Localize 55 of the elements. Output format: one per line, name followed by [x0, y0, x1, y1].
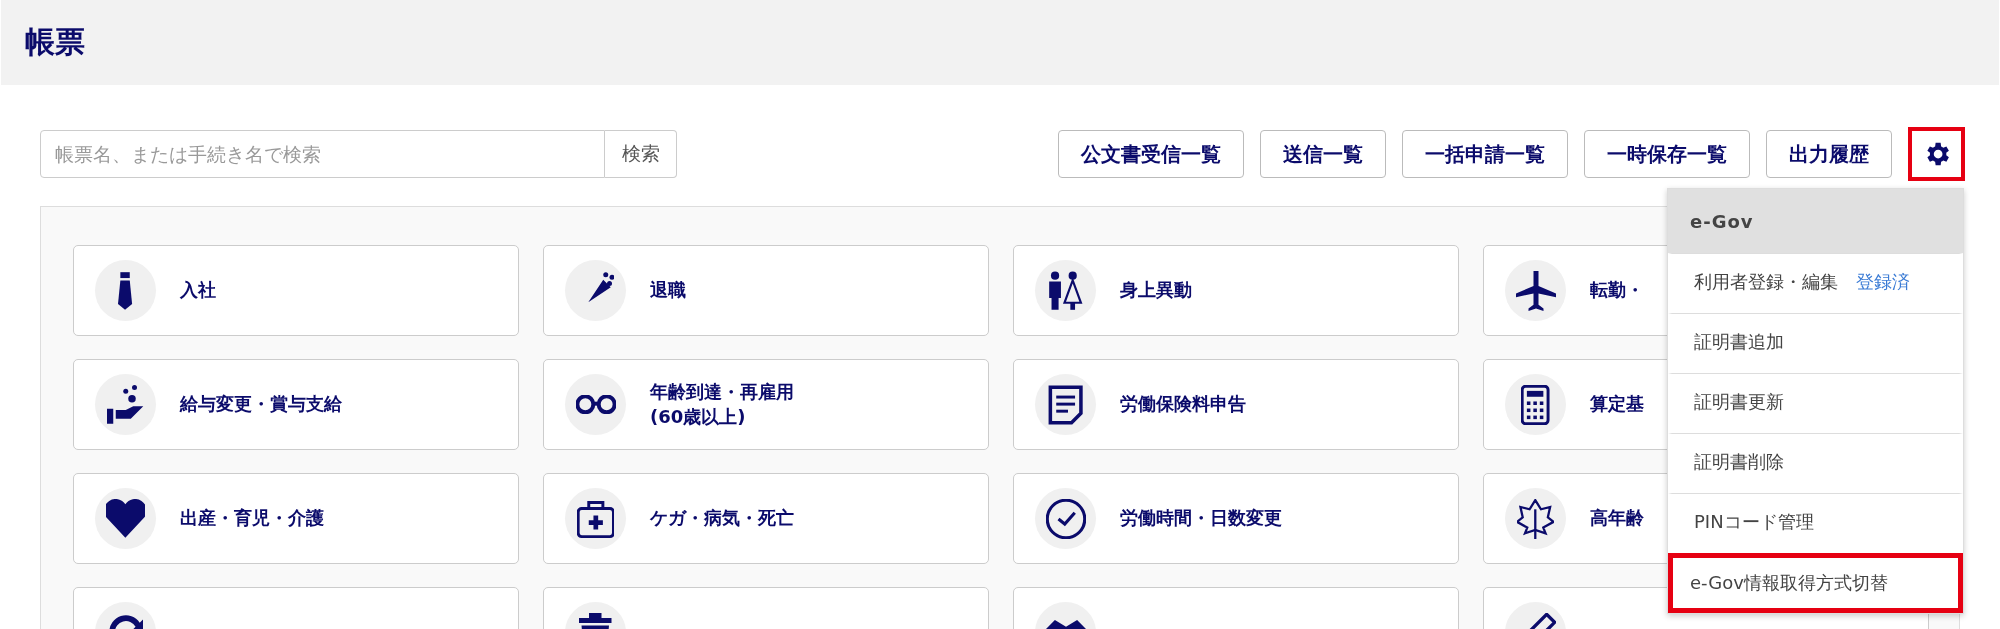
category-label: 給与変更・賞与支給	[180, 392, 342, 417]
category-label: 年齢到達・再雇用 (60歳以上)	[650, 380, 794, 429]
status-link[interactable]: 登録済	[1856, 269, 1910, 294]
category-card[interactable]: 出産・育児・介護	[73, 473, 519, 564]
toolbar-button[interactable]: 送信一覧	[1260, 130, 1386, 178]
toolbar-button[interactable]: 公文書受信一覧	[1058, 130, 1244, 178]
menu-item-label: 証明書追加	[1694, 329, 1784, 354]
menu-header-text: e-Gov	[1690, 210, 1754, 232]
glasses-icon	[575, 395, 616, 414]
menu-item-label: e-Gov情報取得方式切替	[1690, 571, 1888, 595]
category-card[interactable]: 退職	[543, 245, 989, 336]
couple-icon	[1047, 270, 1084, 311]
category-label: 退職	[650, 278, 686, 303]
search-field[interactable]: 帳票名、または手続き名で検索	[40, 130, 605, 178]
leaf-icon	[1517, 498, 1554, 539]
category-label: 高年齢	[1590, 506, 1644, 531]
first-aid-kit-icon	[576, 498, 615, 539]
category-label: 出産・育児・介護	[180, 506, 324, 531]
search-button[interactable]: 検索	[605, 130, 677, 178]
menu-item-label: 利用者登録・編集	[1694, 269, 1838, 294]
menu-item-label: PINコード管理	[1694, 509, 1814, 534]
category-card[interactable]: ケガ・病気・死亡	[543, 473, 989, 564]
category-card[interactable]: 身上異動	[1013, 245, 1459, 336]
category-card[interactable]: 年齢到達・再雇用 (60歳以上)	[543, 359, 989, 450]
category-label: 労働時間・日数変更	[1120, 506, 1282, 531]
menu-item[interactable]: 証明書追加	[1668, 313, 1963, 373]
tie-icon	[118, 270, 133, 311]
calculator-icon	[1521, 384, 1550, 425]
page-title: 帳票	[25, 23, 85, 61]
hand-coins-icon	[106, 384, 145, 425]
settings-button[interactable]	[1908, 127, 1965, 181]
menu-item[interactable]: 証明書削除	[1668, 433, 1963, 493]
menu-item[interactable]: PINコード管理	[1668, 493, 1963, 553]
category-label: 身上異動	[1120, 278, 1192, 303]
category-label: 算定基	[1590, 392, 1644, 417]
document-icon	[1047, 384, 1084, 425]
menu-item[interactable]: 利用者登録・編集 登録済	[1668, 253, 1963, 313]
category-card[interactable]: 入社	[73, 245, 519, 336]
menu-item[interactable]: 証明書更新	[1668, 373, 1963, 433]
menu-item-label: 証明書削除	[1694, 449, 1784, 474]
category-card[interactable]: 給与変更・賞与支給	[73, 359, 519, 450]
airplane-icon	[1515, 270, 1556, 311]
category-label: 転勤・	[1590, 278, 1644, 303]
clock-icon	[1045, 498, 1086, 539]
menu-item-label: 証明書更新	[1694, 389, 1784, 414]
category-label: ケガ・病気・死亡	[650, 506, 794, 531]
toolbar-button[interactable]: 出力履歴	[1766, 130, 1892, 178]
toolbar-button[interactable]: 一時保存一覧	[1584, 130, 1750, 178]
category-label: 入社	[180, 278, 216, 303]
category-card[interactable]: 労働保険料申告	[1013, 359, 1459, 450]
toolbar-button[interactable]: 一括申請一覧	[1402, 130, 1568, 178]
category-label: 労働保険料申告	[1120, 392, 1246, 417]
category-card[interactable]: 労働時間・日数変更	[1013, 473, 1459, 564]
heart-icon	[106, 498, 145, 539]
menu-item[interactable]: e-Gov情報取得方式切替	[1668, 553, 1963, 613]
